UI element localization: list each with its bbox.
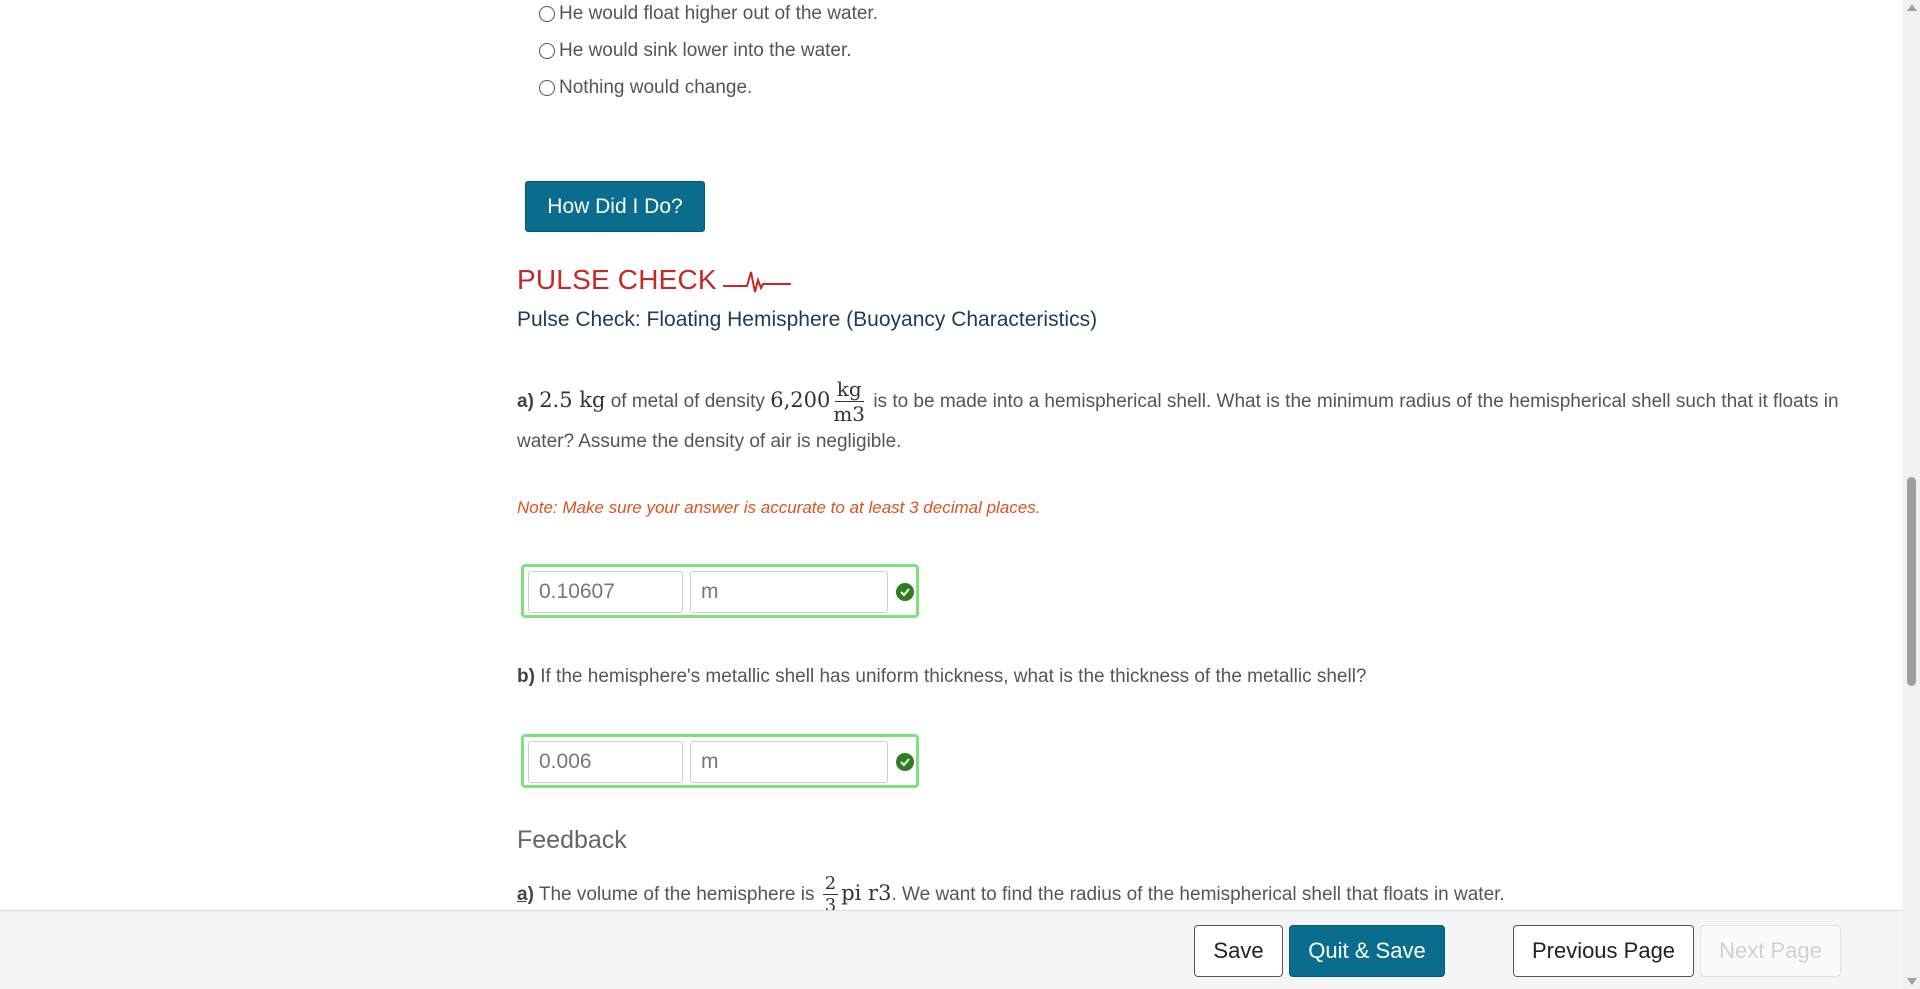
precision-note: Note: Make sure your answer is accurate …: [517, 498, 1041, 517]
radio-button[interactable]: [539, 6, 555, 22]
mass-value: 2.5 kg: [539, 388, 606, 412]
pulse-check-label: PULSE CHECK: [517, 264, 717, 295]
feedback-a-text-1: The volume of the hemisphere is: [538, 884, 815, 905]
question-b-label: b): [517, 666, 535, 687]
feedback-a-label: a): [517, 884, 534, 905]
unit-numerator: kg: [834, 377, 864, 403]
answer-b-unit-input[interactable]: [690, 741, 888, 783]
quit-and-save-button[interactable]: Quit & Save: [1289, 925, 1445, 977]
volume-formula: pi r3: [841, 881, 892, 905]
scroll-up-icon[interactable]: [1907, 4, 1917, 11]
radio-option-nothing-change[interactable]: Nothing would change.: [539, 74, 752, 102]
density-value: 6,200: [770, 388, 831, 412]
density-unit-fraction: kg m3: [833, 379, 865, 424]
radio-option-sink-lower[interactable]: He would sink lower into the water.: [539, 37, 852, 65]
radio-label: He would float higher out of the water.: [559, 3, 878, 24]
previous-page-button[interactable]: Previous Page: [1513, 925, 1694, 977]
radio-button[interactable]: [539, 43, 555, 59]
radio-option-float-higher[interactable]: He would float higher out of the water.: [539, 0, 878, 28]
answer-b-group: [521, 734, 919, 788]
vertical-scrollbar[interactable]: [1903, 0, 1920, 989]
radio-button[interactable]: [539, 80, 555, 96]
correct-check-icon: [896, 583, 914, 601]
save-button[interactable]: Save: [1194, 925, 1283, 977]
scroll-down-icon[interactable]: [1907, 978, 1917, 985]
question-b: b) If the hemisphere's metallic shell ha…: [517, 656, 1367, 698]
pulse-check-subtitle: Pulse Check: Floating Hemisphere (Buoyan…: [517, 308, 1098, 331]
feedback-title: Feedback: [517, 826, 627, 854]
answer-b-input[interactable]: [528, 741, 683, 783]
correct-check-icon: [896, 753, 914, 771]
radio-label: Nothing would change.: [559, 77, 753, 98]
heartbeat-icon: [722, 271, 791, 293]
answer-a-group: [521, 564, 919, 618]
bottom-toolbar: Save Quit & Save Previous Page Next Page: [0, 910, 1903, 989]
page: He would float higher out of the water. …: [0, 0, 1920, 989]
answer-a-unit-input[interactable]: [690, 571, 888, 613]
radio-label: He would sink lower into the water.: [559, 40, 852, 61]
question-a-text-2: is to be made into a hemispherical shell…: [873, 391, 1839, 412]
how-did-i-do-button[interactable]: How Did I Do?: [525, 181, 705, 232]
feedback-a-text-2: . We want to find the radius of the hemi…: [891, 884, 1505, 905]
question-a-label: a): [517, 391, 534, 412]
scroll-thumb[interactable]: [1907, 477, 1916, 686]
question-a-text-1: of metal of density: [610, 391, 765, 412]
pulse-check-title: PULSE CHECK: [517, 262, 793, 298]
fraction-numerator: 2: [822, 873, 839, 896]
answer-a-input[interactable]: [528, 571, 683, 613]
question-a-line-1: a) 2.5 kg of metal of density 6,200 kg m3 …: [517, 379, 1839, 424]
question-a-line-2: water? Assume the density of air is negl…: [517, 431, 902, 452]
next-page-button[interactable]: Next Page: [1700, 925, 1841, 977]
question-b-text: If the hemisphere's metallic shell has u…: [540, 666, 1367, 687]
feedback-fraction: 23: [822, 873, 839, 915]
